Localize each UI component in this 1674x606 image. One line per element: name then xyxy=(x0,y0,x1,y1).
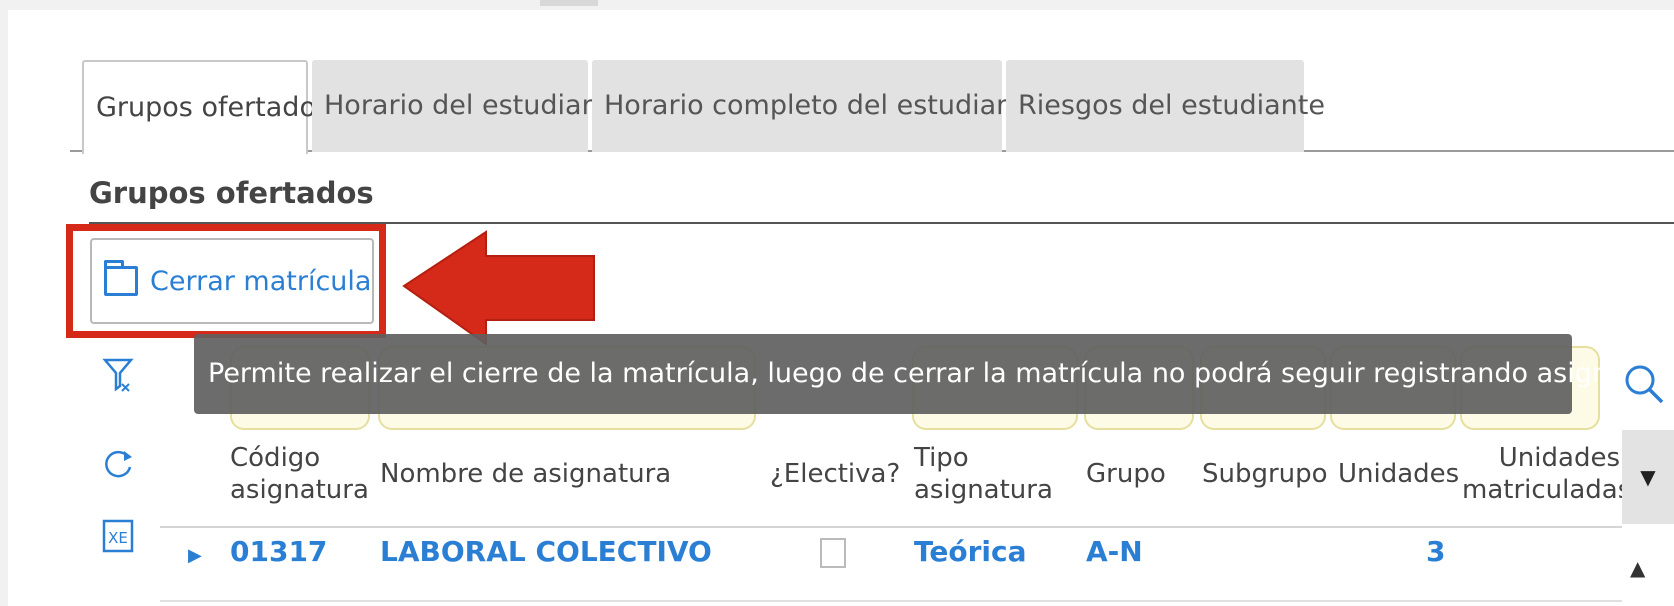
highlight-box xyxy=(66,224,386,338)
column-header-unidades-matriculadas[interactable]: Unidades matriculadas xyxy=(1462,442,1632,506)
cell-grupo: A-N xyxy=(1086,535,1143,568)
column-header-grupo[interactable]: Grupo xyxy=(1086,458,1166,490)
column-header-subgrupo[interactable]: Subgrupo xyxy=(1202,458,1328,490)
filter-icon[interactable] xyxy=(100,356,136,392)
search-icon[interactable] xyxy=(1622,362,1666,410)
column-menu-button[interactable]: ▼ xyxy=(1622,430,1674,524)
cell-unidades: 3 xyxy=(1426,535,1446,568)
caret-down-icon: ▼ xyxy=(1640,465,1656,489)
row-expand-icon[interactable]: ▶ xyxy=(188,545,202,566)
scroll-up-icon[interactable]: ▲ xyxy=(1630,556,1645,580)
cell-tipo: Teórica xyxy=(914,535,1027,568)
cell-codigo: 01317 xyxy=(230,535,328,568)
tab-horario-completo[interactable]: Horario completo del estudiante xyxy=(592,60,1040,152)
tab-horario-estudiante[interactable]: Horario del estudiante xyxy=(312,60,626,152)
red-arrow-annotation xyxy=(402,230,595,346)
excel-export-icon[interactable]: XE xyxy=(100,518,136,554)
column-header-line: Código xyxy=(230,443,321,473)
column-header-line: Grupo xyxy=(1086,459,1166,489)
column-header-line: Unidades xyxy=(1498,443,1620,473)
header-divider xyxy=(160,526,1622,528)
top-handle xyxy=(540,0,598,6)
svg-text:XE: XE xyxy=(108,529,128,547)
column-header-unidades[interactable]: Unidades xyxy=(1338,458,1459,490)
tab-grupos-ofertados[interactable]: Grupos ofertados xyxy=(82,60,330,154)
column-header-line: asignatura xyxy=(914,475,1053,505)
row-divider xyxy=(160,600,1622,602)
column-header-line: Tipo xyxy=(914,443,969,473)
column-header-line: matriculadas xyxy=(1462,475,1632,505)
column-header-tipo[interactable]: Tipo asignatura xyxy=(914,442,1053,506)
tab-bar: Grupos ofertados Horario del estudiante … xyxy=(70,60,1674,154)
column-header-line: asignatura xyxy=(230,475,369,505)
cell-nombre: LABORAL COLECTIVO xyxy=(380,535,712,568)
column-header-line: ¿Electiva? xyxy=(770,459,901,489)
electiva-checkbox[interactable] xyxy=(820,538,846,568)
column-header-codigo[interactable]: Código asignatura xyxy=(230,442,369,506)
cerrar-matricula-tooltip: Permite realizar el cierre de la matrícu… xyxy=(194,334,1674,414)
column-header-line: Nombre de asignatura xyxy=(380,459,672,489)
section-title: Grupos ofertados xyxy=(89,176,374,210)
column-header-line: Subgrupo xyxy=(1202,459,1328,489)
column-header-nombre[interactable]: Nombre de asignatura xyxy=(380,458,671,490)
column-header-line: Unidades xyxy=(1338,459,1460,489)
tab-riesgos-estudiante[interactable]: Riesgos del estudiante xyxy=(1006,60,1325,152)
refresh-icon[interactable] xyxy=(100,446,136,482)
column-header-electiva[interactable]: ¿Electiva? xyxy=(770,458,900,490)
